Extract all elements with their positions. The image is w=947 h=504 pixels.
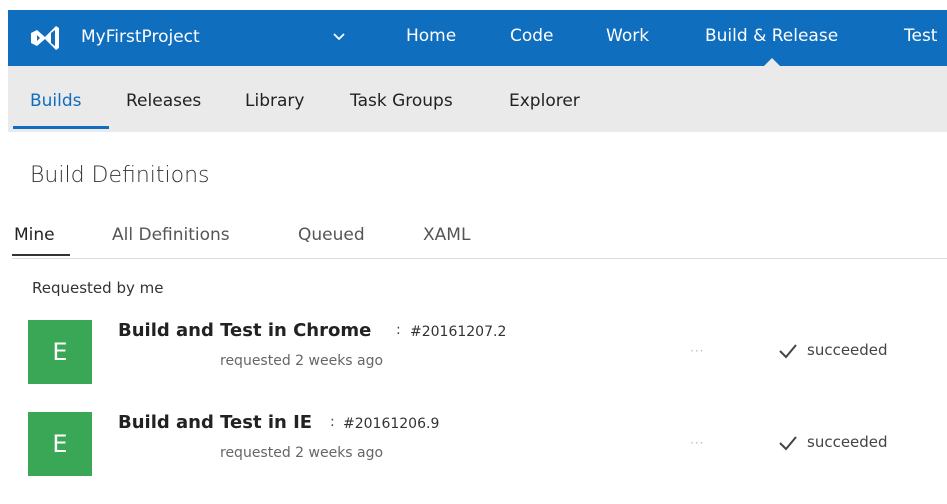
build-definition-name[interactable]: Build and Test in IE — [118, 412, 312, 433]
page-title: Build Definitions — [30, 163, 210, 188]
build-number-link[interactable]: #20161207.2 — [410, 324, 506, 340]
project-name-link[interactable]: MyFirstProject — [81, 27, 200, 47]
nav-build-and-release[interactable]: Build & Release — [705, 26, 838, 66]
tab-explorer[interactable]: Explorer — [509, 91, 580, 111]
tab-releases[interactable]: Releases — [126, 91, 201, 111]
requested-time: requested 2 weeks ago — [220, 445, 384, 461]
checkmark-icon — [779, 344, 797, 359]
name-separator: : — [330, 414, 335, 430]
tab-builds[interactable]: Builds — [30, 91, 82, 111]
build-number-link[interactable]: #20161206.9 — [343, 416, 439, 432]
nav-home[interactable]: Home — [406, 26, 456, 46]
visual-studio-logo-icon[interactable] — [30, 25, 60, 51]
pivot-divider — [12, 258, 947, 259]
nav-work[interactable]: Work — [606, 26, 649, 46]
checkmark-icon — [779, 436, 797, 451]
definition-avatar: E — [28, 412, 92, 476]
build-row[interactable]: E Build and Test in IE : #20161206.9 req… — [0, 412, 947, 494]
pivot-mine[interactable]: Mine — [14, 225, 55, 245]
more-actions-button[interactable]: ··· — [690, 344, 704, 358]
pivot-xaml[interactable]: XAML — [423, 225, 470, 245]
tab-library[interactable]: Library — [245, 91, 304, 111]
tab-task-groups[interactable]: Task Groups — [350, 91, 453, 111]
sub-navigation-bar: Builds Releases Library Task Groups Expl… — [8, 66, 947, 132]
more-actions-button[interactable]: ··· — [690, 436, 704, 450]
requested-time: requested 2 weeks ago — [220, 353, 384, 369]
chevron-down-icon[interactable] — [330, 28, 348, 46]
definition-avatar: E — [28, 320, 92, 384]
build-row[interactable]: E Build and Test in Chrome : #20161207.2… — [0, 320, 947, 402]
top-navigation-bar: MyFirstProject Home Code Work Build & Re… — [8, 10, 947, 66]
active-tab-indicator — [13, 126, 109, 129]
nav-code[interactable]: Code — [510, 26, 554, 46]
build-status: succeeded — [807, 341, 888, 359]
pivot-queued[interactable]: Queued — [298, 225, 365, 245]
build-definition-name[interactable]: Build and Test in Chrome — [118, 320, 371, 341]
nav-test[interactable]: Test — [904, 26, 937, 46]
pivot-all-definitions[interactable]: All Definitions — [112, 225, 230, 245]
section-label: Requested by me — [32, 279, 164, 297]
name-separator: : — [396, 322, 401, 338]
active-pivot-indicator — [12, 254, 70, 256]
build-status: succeeded — [807, 433, 888, 451]
